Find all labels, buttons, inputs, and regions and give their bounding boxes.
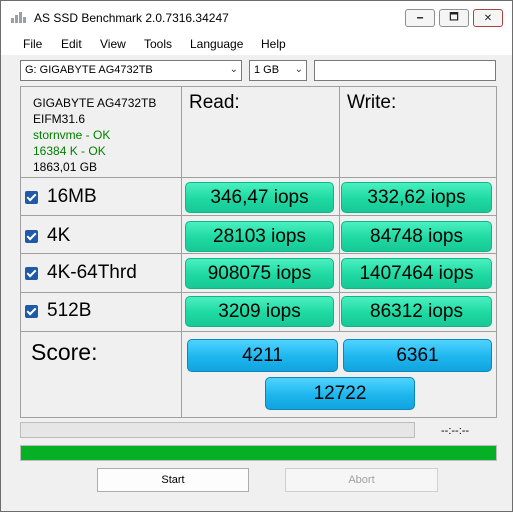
test-label: 16MB (47, 186, 97, 207)
write-header: Write: (347, 92, 397, 113)
test-4k[interactable]: 4K (25, 220, 70, 252)
chevron-down-icon: ⌄ (294, 64, 303, 75)
test-4k-64thrd[interactable]: 4K-64Thrd (25, 257, 137, 289)
write-result-512b: 86312 iops (341, 296, 492, 327)
write-result-4k-64thrd: 1407464 iops (341, 258, 492, 289)
score-label: Score: (31, 339, 98, 365)
total-score: 12722 (265, 377, 415, 410)
checkbox-checked-icon[interactable] (25, 266, 38, 280)
menu-view[interactable]: View (100, 37, 126, 51)
app-window: AS SSD Benchmark 2.0.7316.34247 🗕 🗖 ✕ Fi… (0, 0, 513, 512)
minimize-icon: 🗕 (416, 11, 424, 23)
divider (21, 292, 496, 293)
maximize-icon: 🗖 (449, 11, 459, 23)
chevron-down-icon: ⌄ (229, 64, 238, 75)
divider (21, 331, 496, 332)
read-score: 4211 (187, 339, 338, 372)
test-512b[interactable]: 512B (25, 295, 91, 327)
menu-bar: File Edit View Tools Language Help (1, 33, 512, 55)
test-label: 512B (47, 300, 92, 321)
overall-progress-bar (20, 445, 497, 461)
overall-progress-fill (21, 446, 496, 460)
title-bar: AS SSD Benchmark 2.0.7316.34247 🗕 🗖 ✕ (1, 1, 512, 33)
start-button[interactable]: Start (97, 468, 249, 492)
app-icon (11, 11, 27, 23)
driver-status: stornvme - OK (33, 128, 111, 142)
divider (181, 332, 182, 418)
toolbar: G: GIGABYTE AG4732TB ⌄ 1 GB ⌄ (1, 57, 512, 83)
menu-file[interactable]: File (23, 37, 42, 51)
read-result-512b: 3209 iops (185, 296, 334, 327)
test-16mb[interactable]: 16MB (25, 181, 97, 213)
test-label: 4K (47, 225, 71, 246)
close-button[interactable]: ✕ (473, 9, 503, 27)
menu-help[interactable]: Help (261, 37, 286, 51)
results-panel: GIGABYTE AG4732TB EIFM31.6 stornvme - OK… (20, 86, 497, 418)
divider (21, 253, 496, 254)
size-select[interactable]: 1 GB ⌄ (249, 60, 307, 81)
drive-select-value: G: GIGABYTE AG4732TB (25, 64, 153, 76)
write-result-4k: 84748 iops (341, 221, 492, 252)
alignment-status: 16384 K - OK (33, 144, 106, 158)
drive-info: GIGABYTE AG4732TB EIFM31.6 stornvme - OK… (33, 95, 156, 175)
window-title: AS SSD Benchmark 2.0.7316.34247 (34, 11, 229, 25)
current-progress-bar (20, 422, 415, 438)
drive-capacity: 1863,01 GB (33, 160, 98, 174)
divider (21, 177, 496, 178)
menu-language[interactable]: Language (190, 37, 243, 51)
maximize-button[interactable]: 🗖 (439, 9, 469, 27)
read-header: Read: (189, 92, 240, 113)
checkbox-checked-icon[interactable] (25, 190, 38, 204)
extra-input[interactable] (314, 60, 496, 81)
read-result-16mb: 346,47 iops (185, 182, 334, 213)
minimize-button[interactable]: 🗕 (405, 9, 435, 27)
drive-firmware: EIFM31.6 (33, 112, 86, 126)
read-result-4k-64thrd: 908075 iops (185, 258, 334, 289)
checkbox-checked-icon[interactable] (25, 229, 38, 243)
write-score: 6361 (343, 339, 492, 372)
divider (181, 87, 182, 332)
close-icon: ✕ (483, 12, 493, 24)
drive-select[interactable]: G: GIGABYTE AG4732TB ⌄ (20, 60, 242, 81)
divider (21, 215, 496, 216)
drive-model: GIGABYTE AG4732TB (33, 96, 157, 110)
menu-tools[interactable]: Tools (144, 37, 172, 51)
test-label: 4K-64Thrd (47, 262, 137, 283)
divider (339, 87, 340, 332)
checkbox-checked-icon[interactable] (25, 304, 38, 318)
write-result-16mb: 332,62 iops (341, 182, 492, 213)
abort-button[interactable]: Abort (285, 468, 438, 492)
read-result-4k: 28103 iops (185, 221, 334, 252)
size-select-value: 1 GB (254, 64, 280, 76)
menu-edit[interactable]: Edit (61, 37, 82, 51)
elapsed-timer: --:--:-- (441, 425, 470, 437)
